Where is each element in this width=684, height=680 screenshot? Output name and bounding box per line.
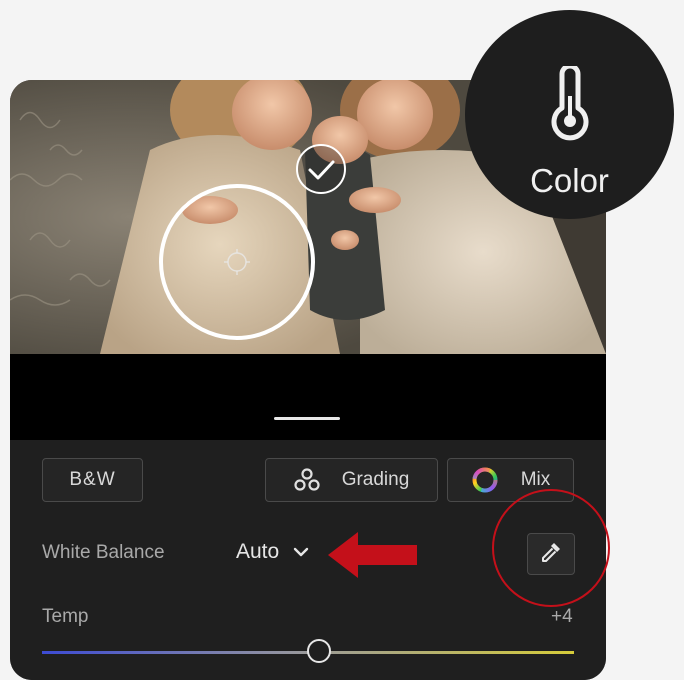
color-badge-label: Color [530, 162, 609, 199]
bw-button-label: B&W [69, 469, 116, 490]
mix-button-label: Mix [520, 469, 551, 490]
temp-slider-thumb[interactable] [306, 639, 331, 663]
white-balance-value: Auto [236, 540, 280, 563]
color-tool-badge: Color [465, 10, 674, 219]
bw-button[interactable]: B&W [42, 458, 143, 502]
temp-value: +4 [551, 606, 573, 627]
chevron-down-icon [293, 547, 309, 557]
grading-circles-icon [294, 468, 320, 492]
photo-letterbox [10, 354, 606, 440]
red-circle-annotation [492, 489, 610, 607]
temp-label: Temp [42, 606, 89, 627]
thermometer-icon [549, 63, 591, 147]
white-balance-label: White Balance [42, 542, 165, 563]
color-wheel-icon [471, 466, 499, 494]
grading-button[interactable]: Grading [265, 458, 438, 502]
drag-handle[interactable] [274, 417, 340, 420]
white-balance-dropdown[interactable]: Auto [236, 540, 309, 564]
grading-button-label: Grading [341, 469, 410, 490]
red-arrow-annotation [328, 530, 418, 585]
